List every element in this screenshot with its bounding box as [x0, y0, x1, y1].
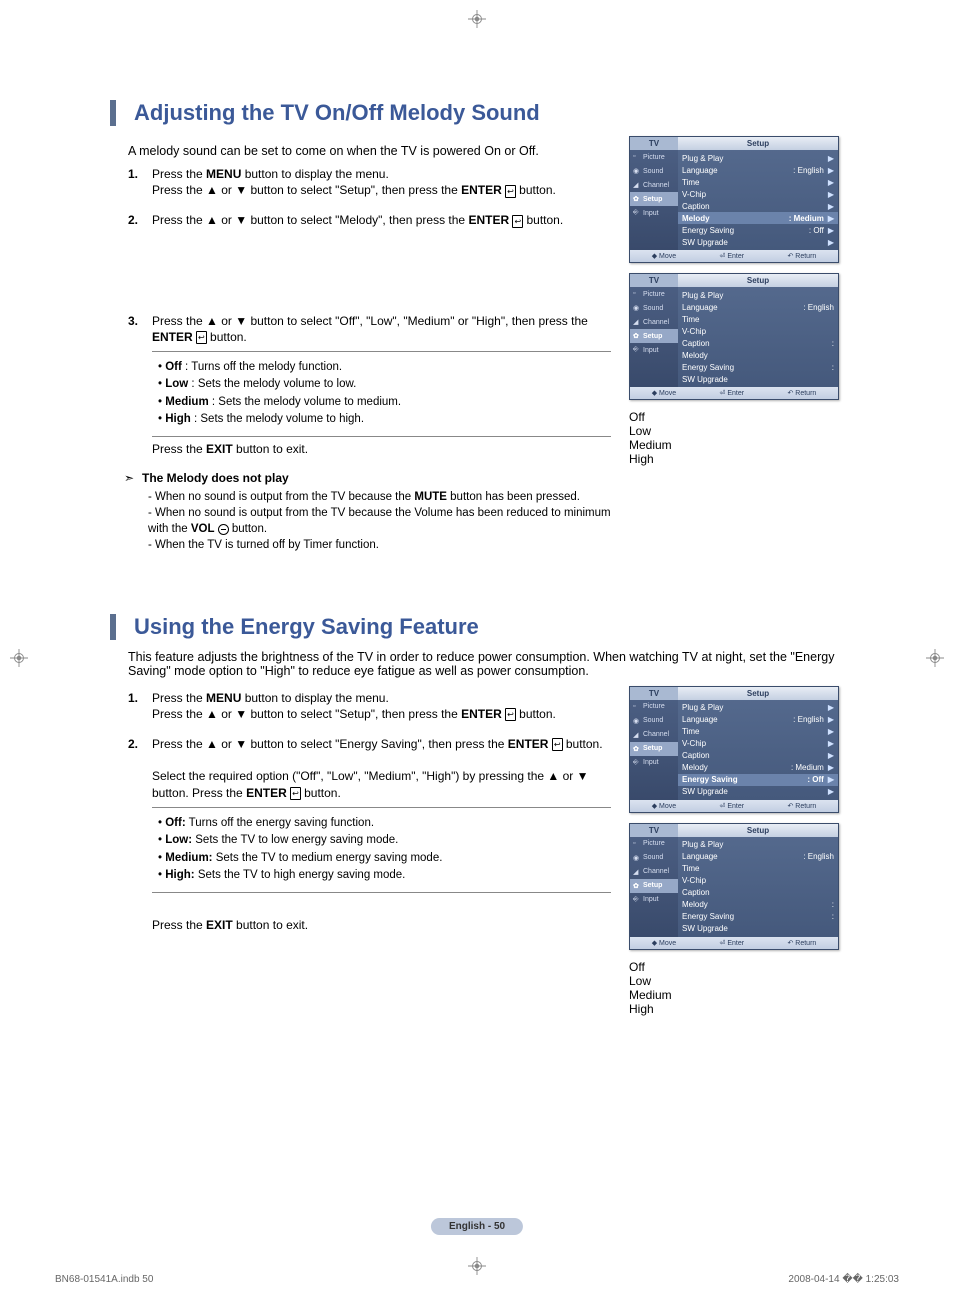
note-line: - When the TV is turned off by Timer fun… [148, 537, 611, 553]
step-1: 1. Press the MENU button to display the … [128, 166, 611, 198]
channel-icon: ◢ [633, 868, 641, 876]
osd-side-setup: ✿Setup [630, 192, 678, 206]
osd-side-sound: ◉Sound [630, 164, 678, 178]
options-box: • Off : Turns off the melody function. •… [152, 351, 611, 437]
step-2: 2. Press the ▲ or ▼ button to select "Me… [128, 212, 611, 298]
channel-icon: ◢ [633, 181, 641, 189]
registration-mark-icon [926, 649, 944, 667]
input-icon: ⎆ [633, 759, 641, 767]
registration-mark-icon [10, 649, 28, 667]
gear-icon: ✿ [633, 745, 641, 753]
osd-side-picture: ▫Picture [630, 150, 678, 164]
osd-popup-melody: Off Low Medium High [629, 410, 844, 466]
sound-icon: ◉ [633, 167, 641, 175]
osd-popup-energy: Off Low Medium High [629, 960, 844, 1016]
sound-icon: ◉ [633, 717, 641, 725]
vol-minus-icon [218, 524, 229, 535]
gear-icon: ✿ [633, 332, 641, 340]
osd-side-input: ⎆Input [630, 206, 678, 220]
sound-icon: ◉ [633, 854, 641, 862]
step-1: 1. Press the MENU button to display the … [128, 690, 611, 722]
registration-mark-icon [468, 10, 486, 28]
registration-mark-icon [468, 1257, 486, 1275]
note-line: - When no sound is output from the TV be… [148, 489, 611, 505]
channel-icon: ◢ [633, 318, 641, 326]
osd-row-energy-highlight: Energy Saving: Off▶ [678, 774, 838, 786]
input-icon: ⎆ [633, 209, 641, 217]
osd-row-melody-highlight: Melody: Medium▶ [678, 212, 838, 224]
intro-text: A melody sound can be set to come on whe… [128, 144, 611, 158]
picture-icon: ▫ [633, 153, 641, 161]
enter-icon [290, 787, 301, 800]
section-title-energy: Using the Energy Saving Feature [110, 614, 844, 640]
sound-icon: ◉ [633, 304, 641, 312]
osd-setup-melody-popup: TVSetup ▫Picture ◉Sound ◢Channel ✿Setup … [629, 273, 839, 400]
step-2: 2. Press the ▲ or ▼ button to select "En… [128, 736, 611, 933]
arrow-icon: ➣ [124, 471, 134, 485]
note-line: - When no sound is output from the TV be… [148, 505, 611, 537]
footer-meta: BN68-01541A.indb 50 2008-04-14 �� 1:25:0… [55, 1274, 899, 1285]
note-heading: ➣ The Melody does not play [142, 471, 611, 485]
enter-icon [505, 185, 516, 198]
gear-icon: ✿ [633, 195, 641, 203]
enter-icon [196, 331, 207, 344]
input-icon: ⎆ [633, 346, 641, 354]
picture-icon: ▫ [633, 290, 641, 298]
osd-side-channel: ◢Channel [630, 178, 678, 192]
section-title-melody: Adjusting the TV On/Off Melody Sound [110, 100, 844, 126]
gear-icon: ✿ [633, 882, 641, 890]
options-box: • Off: Turns off the energy saving funct… [152, 807, 611, 893]
picture-icon: ▫ [633, 840, 641, 848]
osd-setup-energy: TVSetup ▫Picture ◉Sound ◢Channel ✿Setup … [629, 686, 839, 813]
enter-icon [512, 215, 523, 228]
step-3: 3. Press the ▲ or ▼ button to select "Of… [128, 313, 611, 458]
input-icon: ⎆ [633, 896, 641, 904]
enter-icon [505, 708, 516, 721]
osd-setup-energy-popup: TVSetup ▫Picture ◉Sound ◢Channel ✿Setup … [629, 823, 839, 950]
picture-icon: ▫ [633, 703, 641, 711]
enter-icon [552, 738, 563, 751]
intro-text: This feature adjusts the brightness of t… [128, 650, 844, 678]
channel-icon: ◢ [633, 731, 641, 739]
page-number: English - 50 [431, 1218, 523, 1235]
osd-setup-melody: TVSetup ▫Picture ◉Sound ◢Channel ✿Setup … [629, 136, 839, 263]
